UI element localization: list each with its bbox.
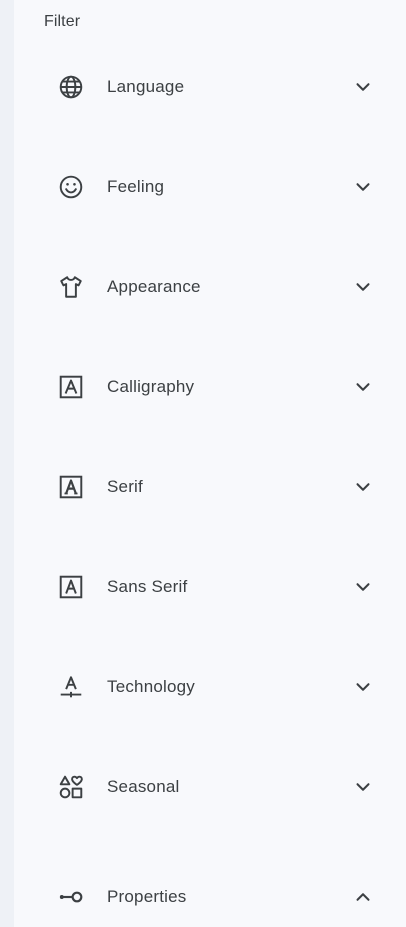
shapes-icon [57, 773, 85, 801]
filter-title: Filter [44, 13, 81, 30]
chevron-down-icon[interactable] [352, 576, 374, 598]
left-strip [0, 0, 14, 927]
shirt-icon [57, 273, 85, 301]
filter-item-label: Language [107, 77, 185, 96]
filter-panel: Filter Language Feeling Appearance Calli… [14, 0, 406, 927]
filter-item-feeling[interactable]: Feeling [44, 167, 384, 207]
chevron-down-icon[interactable] [352, 476, 374, 498]
chevron-up-icon[interactable] [352, 886, 374, 908]
chevron-down-icon[interactable] [352, 276, 374, 298]
filter-item-serif[interactable]: Serif [44, 467, 384, 507]
properties-icon [57, 883, 85, 911]
filter-item-label: Feeling [107, 177, 165, 196]
filter-item-label: Calligraphy [107, 377, 195, 396]
chevron-down-icon[interactable] [352, 376, 374, 398]
filter-item-label: Serif [107, 477, 143, 496]
filter-item-appearance[interactable]: Appearance [44, 267, 384, 307]
filter-item-seasonal[interactable]: Seasonal [44, 767, 384, 807]
globe-icon [57, 73, 85, 101]
filter-item-properties[interactable]: Properties [44, 877, 384, 917]
filter-item-label: Properties [107, 887, 187, 906]
chevron-down-icon[interactable] [352, 76, 374, 98]
filter-item-calligraphy[interactable]: Calligraphy [44, 367, 384, 407]
calligraphy-icon [57, 373, 85, 401]
chevron-down-icon[interactable] [352, 176, 374, 198]
chevron-down-icon[interactable] [352, 676, 374, 698]
technology-icon [57, 673, 85, 701]
filter-item-technology[interactable]: Technology [44, 667, 384, 707]
filter-item-label: Sans Serif [107, 577, 188, 596]
filter-item-label: Technology [107, 677, 196, 696]
filter-item-label: Seasonal [107, 777, 180, 796]
filter-item-sans-serif[interactable]: Sans Serif [44, 567, 384, 607]
sans-serif-icon [57, 573, 85, 601]
filter-item-language[interactable]: Language [44, 67, 384, 107]
serif-icon [57, 473, 85, 501]
filter-item-label: Appearance [107, 277, 201, 296]
chevron-down-icon[interactable] [352, 776, 374, 798]
smiley-icon [57, 173, 85, 201]
